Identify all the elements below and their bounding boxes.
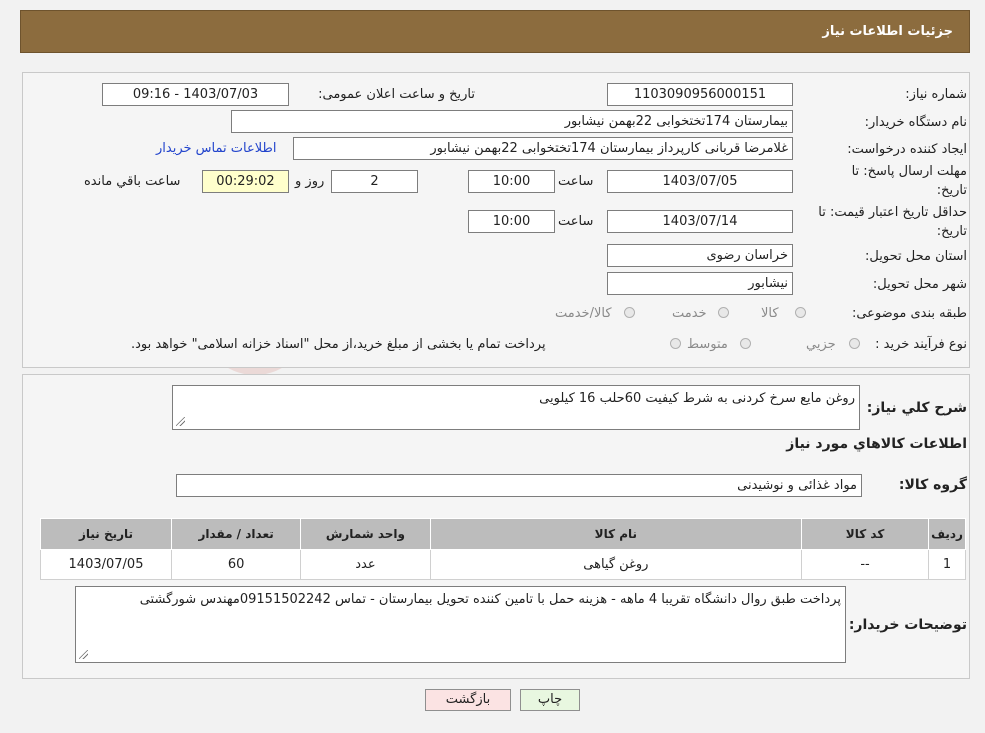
cell-name: روغن گیاهی (429, 549, 803, 580)
col-row-header: رديف (928, 518, 966, 550)
city-label: شهر محل تحویل: (872, 277, 967, 292)
page-title: جزئیات اطلاعات نیاز (822, 24, 953, 39)
category-option-service: خدمت (672, 306, 707, 321)
goods-group-label: گروه کالا: (898, 477, 967, 493)
price-time-label: ساعت (558, 214, 594, 229)
announce-label: تاریخ و ساعت اعلان عمومی: (318, 87, 475, 102)
reply-deadline-label-2: تاریخ: (936, 183, 967, 198)
reply-deadline-label: مهلت ارسال پاسخ: تا (851, 164, 967, 179)
buyer-notes-textarea[interactable]: پرداخت طبق روال دانشگاه تقریبا 4 ماهه - … (75, 586, 846, 663)
col-date-header: تاریخ نیاز (39, 518, 173, 550)
category-option-goods: کالا (761, 306, 779, 321)
need-number-label: شماره نیاز: (905, 87, 967, 102)
buyer-org-field[interactable]: بیمارستان 174تختخوابی 22بهمن نیشابور (231, 110, 793, 133)
category-radio-goods[interactable] (795, 307, 806, 318)
city-field[interactable]: نیشابور (607, 272, 793, 295)
resize-grip-icon[interactable] (79, 650, 88, 659)
need-number-field[interactable]: 1103090956000151 (607, 83, 793, 106)
category-radio-goods-service[interactable] (624, 307, 635, 318)
category-option-goods-service: کالا/خدمت (555, 306, 612, 321)
days-field[interactable]: 2 (331, 170, 418, 193)
price-validity-label-2: تاریخ: (936, 224, 967, 239)
items-table-header-row: رديف کد کالا نام کالا واحد شمارش تعداد /… (39, 518, 966, 550)
treasury-payment-note: پرداخت تمام یا بخشی از مبلغ خرید،از محل … (131, 337, 546, 352)
category-label: طبقه بندی موضوعی: (851, 306, 967, 321)
province-label: استان محل تحویل: (865, 249, 967, 264)
summary-text: روغن مایع سرخ کردنی به شرط کیفیت 60حلب 1… (539, 391, 855, 406)
goods-group-field[interactable]: مواد غذائی و نوشیدنی (176, 474, 862, 497)
process-option-medium: متوسط (687, 337, 728, 352)
col-name-header: نام کالا (429, 518, 803, 550)
reply-date-field[interactable]: 1403/07/05 (607, 170, 793, 193)
summary-textarea[interactable]: روغن مایع سرخ کردنی به شرط کیفیت 60حلب 1… (172, 385, 860, 430)
price-validity-time-field[interactable]: 10:00 (468, 210, 555, 233)
treasury-payment-checkbox[interactable] (670, 338, 681, 349)
process-radio-minor[interactable] (849, 338, 860, 349)
items-table: رديف کد کالا نام کالا واحد شمارش تعداد /… (39, 518, 966, 580)
province-field[interactable]: خراسان رضوی (607, 244, 793, 267)
reply-time-label: ساعت (558, 174, 594, 189)
reply-time-field[interactable]: 10:00 (468, 170, 555, 193)
remaining-time-label: ساعت باقي مانده (84, 174, 181, 189)
buyer-contact-link[interactable]: اطلاعات تماس خریدار (156, 141, 276, 156)
page-header: جزئیات اطلاعات نیاز (20, 10, 970, 53)
cell-row: 1 (928, 549, 966, 580)
cell-unit: عدد (300, 549, 431, 580)
print-button[interactable]: چاپ (520, 689, 580, 711)
cell-date: 1403/07/05 (39, 549, 173, 580)
creator-field[interactable]: غلامرضا قربانی کارپرداز بیمارستان 174تخت… (293, 137, 793, 160)
process-option-minor: جزيي (806, 337, 836, 352)
table-row: 1 -- روغن گیاهی عدد 60 1403/07/05 (39, 549, 966, 580)
buyer-notes-label: توضيحات خريدار: (848, 617, 967, 633)
buyer-notes-text: پرداخت طبق روال دانشگاه تقریبا 4 ماهه - … (139, 592, 841, 607)
announce-datetime-field[interactable]: 1403/07/03 - 09:16 (102, 83, 289, 106)
cell-code: -- (801, 549, 930, 580)
creator-label: ایجاد کننده درخواست: (847, 142, 967, 157)
process-radio-medium[interactable] (740, 338, 751, 349)
cell-qty: 60 (171, 549, 302, 580)
category-radio-service[interactable] (718, 307, 729, 318)
summary-label: شرح کلي نياز: (866, 400, 967, 416)
remaining-time-field: 00:29:02 (202, 170, 289, 193)
price-validity-date-field[interactable]: 1403/07/14 (607, 210, 793, 233)
col-unit-header: واحد شمارش (300, 518, 431, 550)
col-qty-header: تعداد / مقدار (171, 518, 302, 550)
back-button[interactable]: بازگشت (425, 689, 511, 711)
col-code-header: کد کالا (801, 518, 930, 550)
items-section-title: اطلاعات کالاهاي مورد نياز (786, 436, 967, 452)
buyer-org-label: نام دستگاه خریدار: (864, 115, 967, 130)
days-label: روز و (295, 174, 325, 189)
price-validity-label: حداقل تاریخ اعتبار قیمت: تا (818, 205, 967, 220)
resize-grip-icon[interactable] (176, 417, 185, 426)
process-label: نوع فرآیند خرید : (875, 337, 967, 352)
